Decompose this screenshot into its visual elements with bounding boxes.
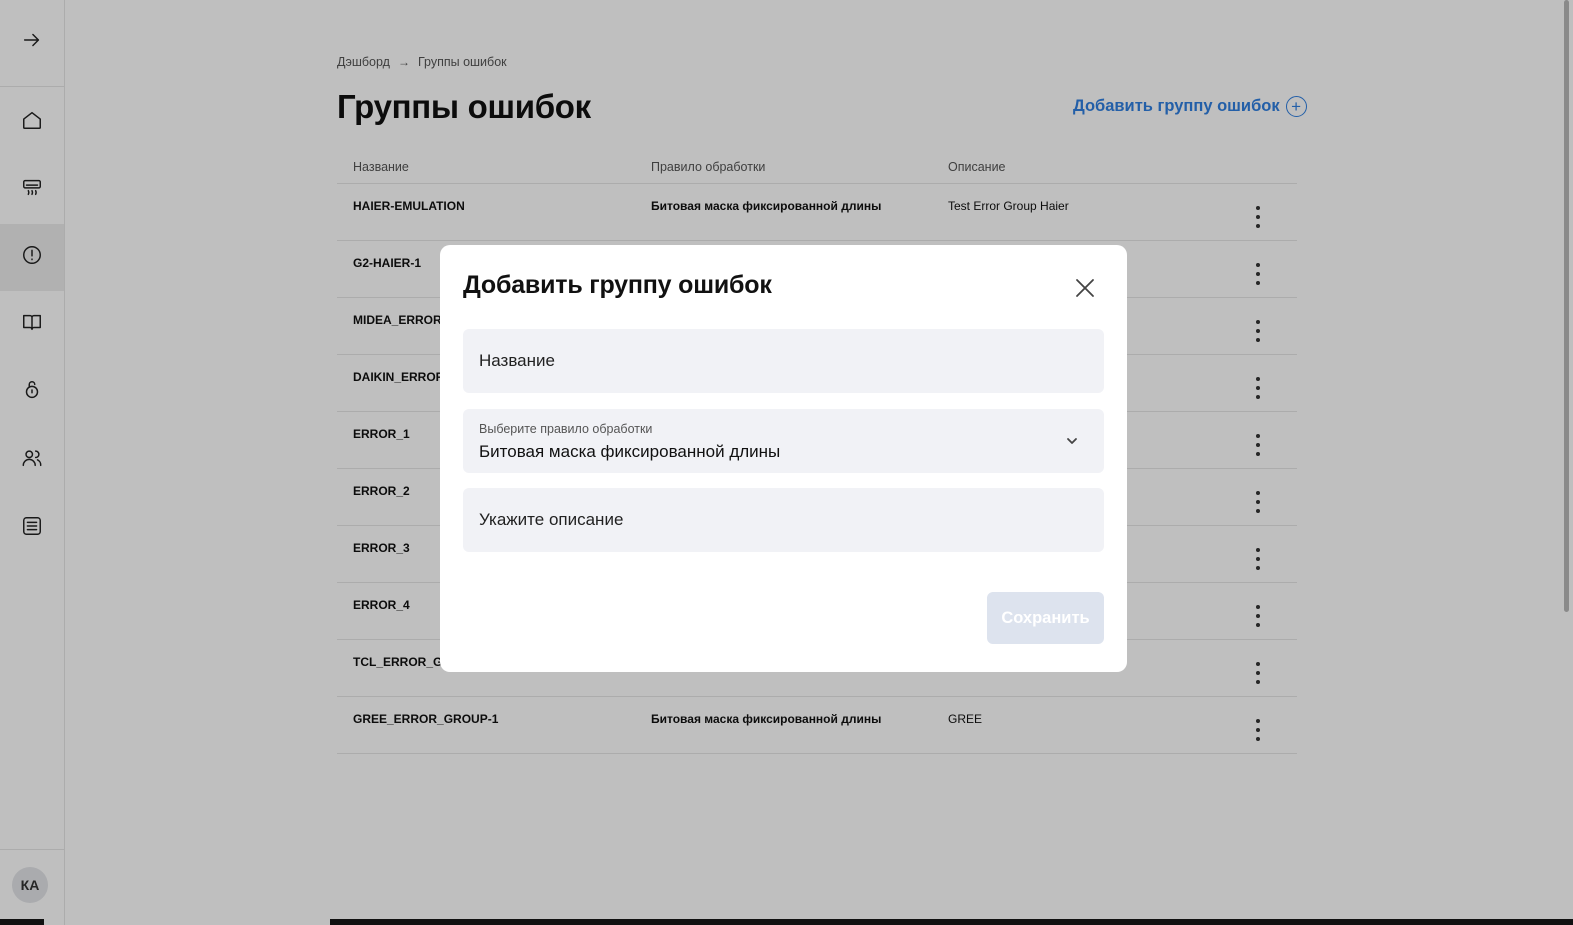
save-button[interactable]: Сохранить bbox=[987, 592, 1104, 644]
close-icon bbox=[1074, 279, 1096, 303]
window-bottom-edge bbox=[0, 919, 44, 925]
chevron-down-icon bbox=[1065, 434, 1079, 448]
description-field[interactable] bbox=[463, 488, 1104, 552]
name-field[interactable] bbox=[463, 329, 1104, 393]
description-input[interactable] bbox=[463, 488, 1104, 552]
rule-select-label: Выберите правило обработки bbox=[479, 422, 653, 436]
name-input[interactable] bbox=[463, 329, 1104, 393]
add-error-group-dialog: Добавить группу ошибок Выберите правило … bbox=[440, 245, 1127, 672]
window-bottom-edge bbox=[330, 919, 1573, 925]
close-dialog-button[interactable] bbox=[1074, 277, 1096, 299]
rule-select[interactable]: Выберите правило обработки Битовая маска… bbox=[463, 409, 1104, 473]
rule-select-value: Битовая маска фиксированной длины bbox=[479, 442, 781, 461]
dialog-title: Добавить группу ошибок bbox=[463, 271, 772, 299]
